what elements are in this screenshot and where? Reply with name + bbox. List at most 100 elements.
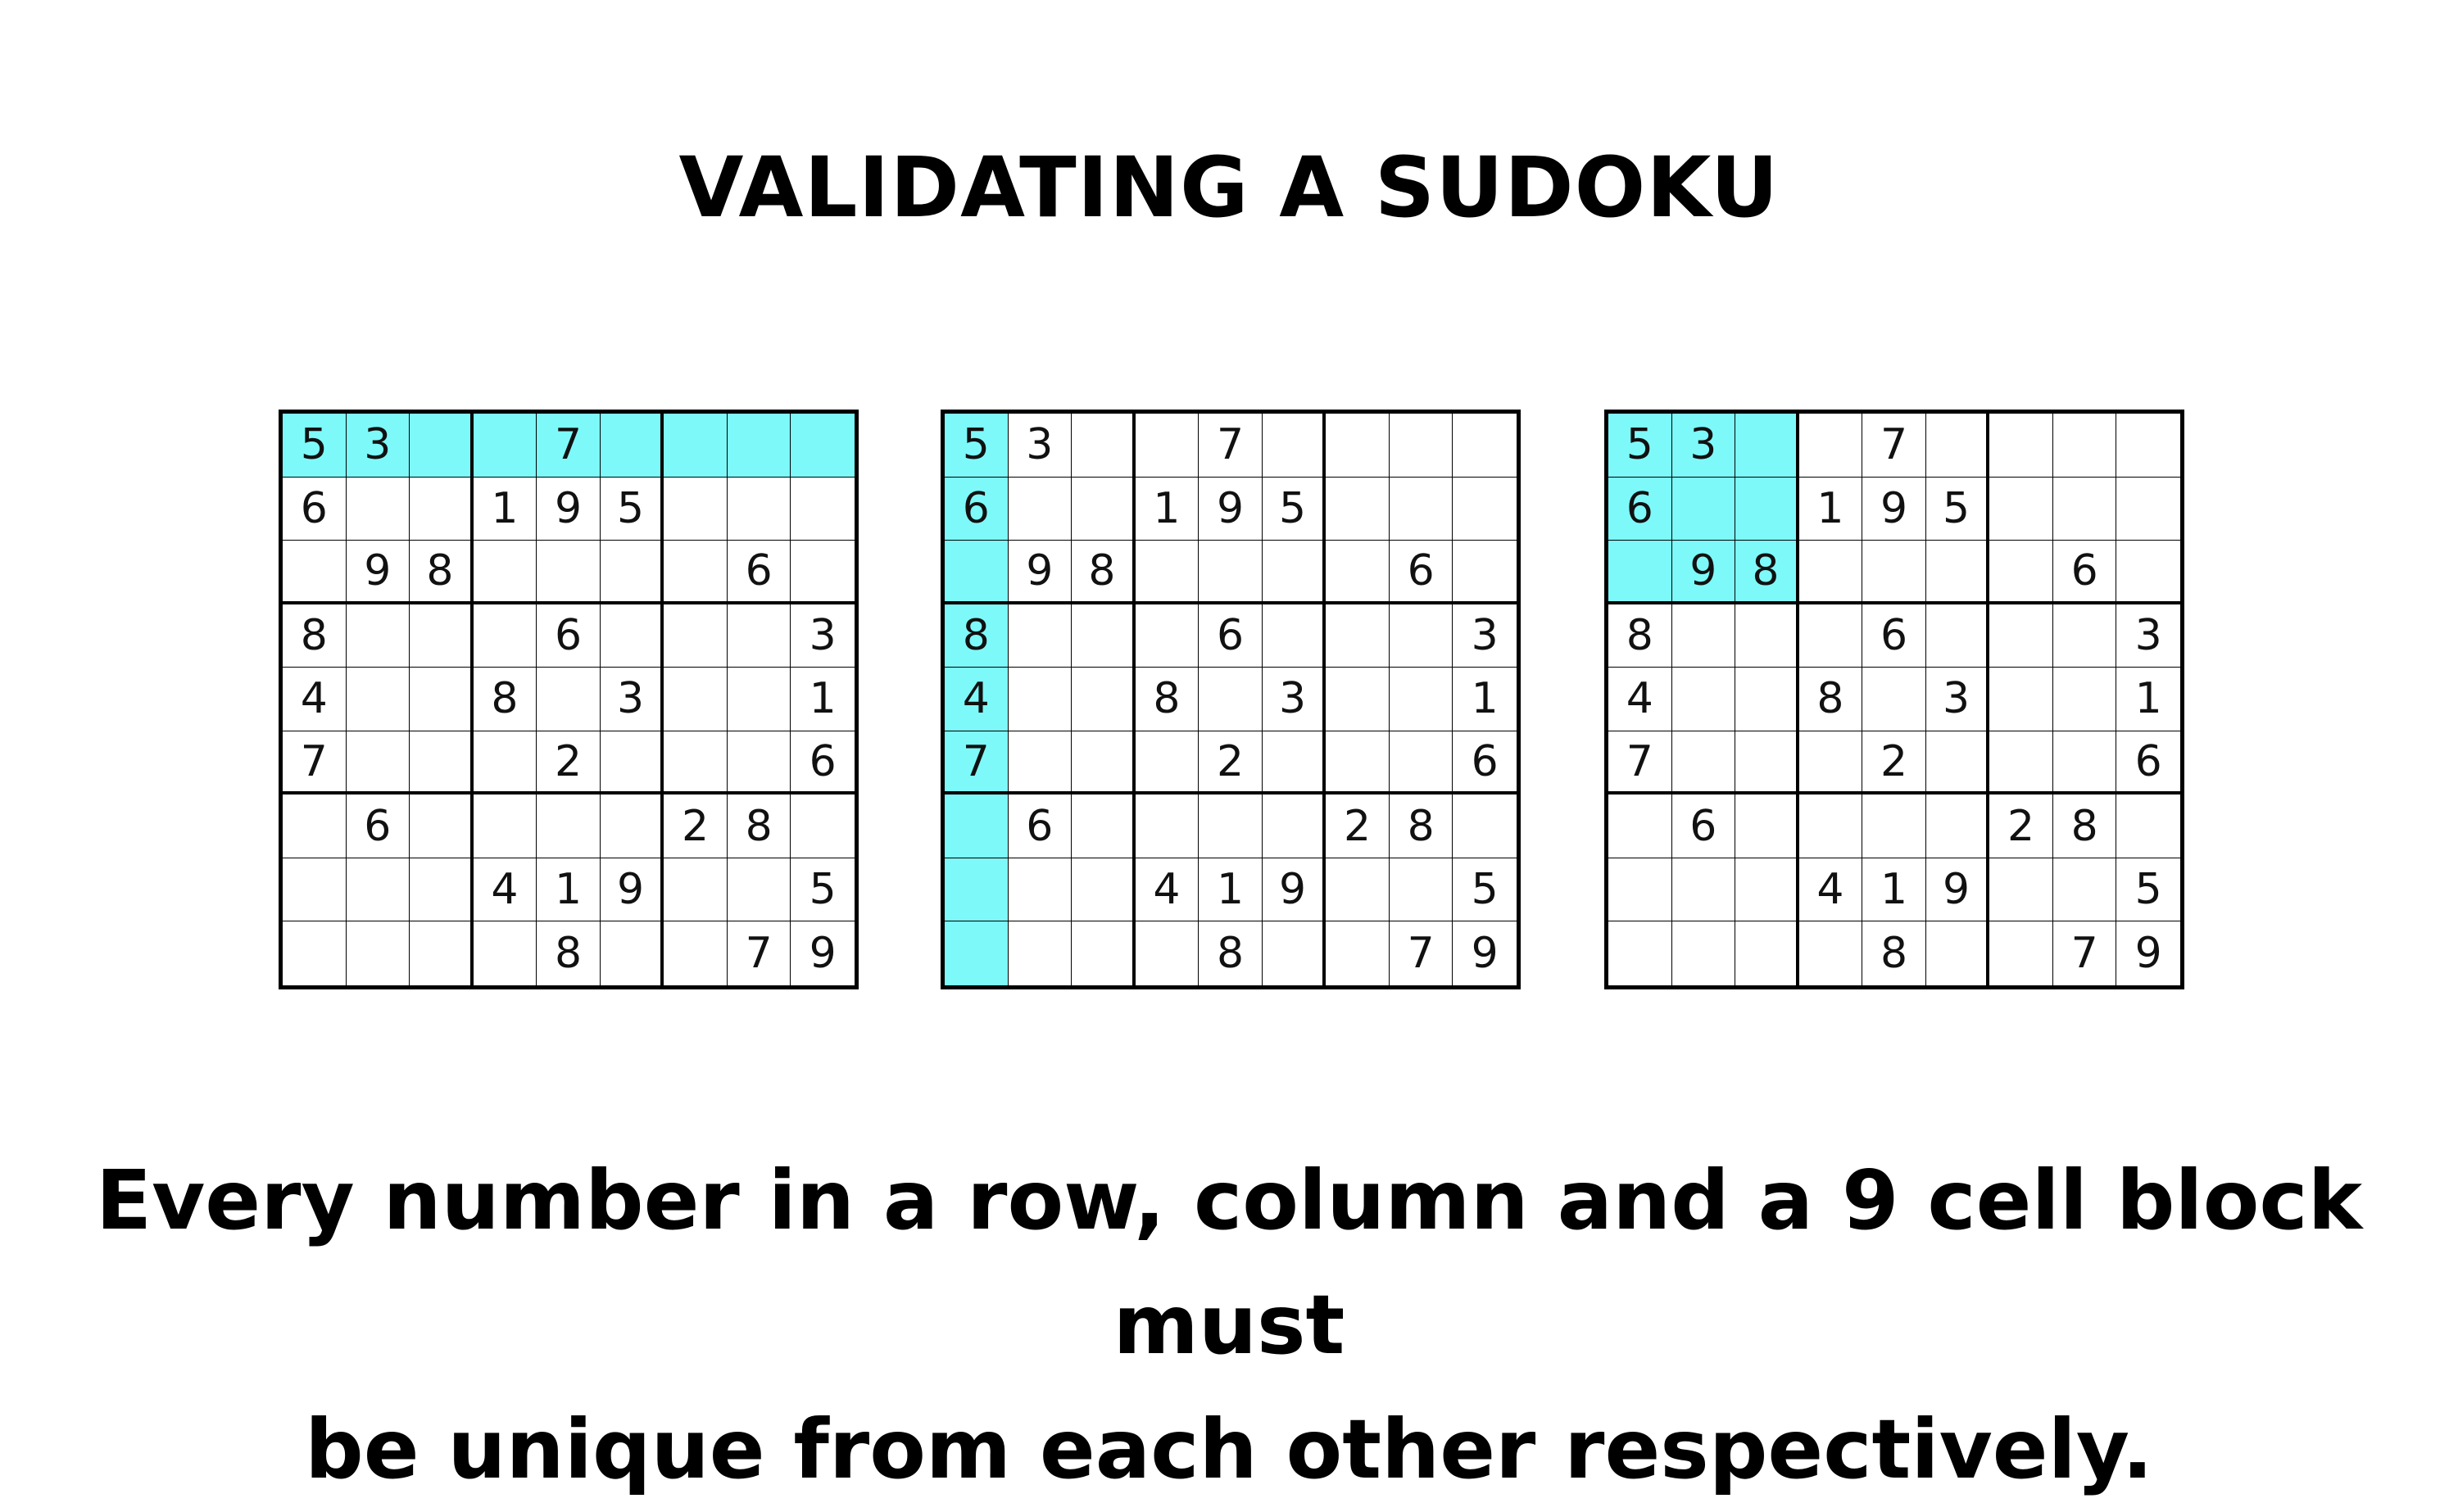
- sudoku-cell: 9: [1925, 858, 1990, 922]
- caption-line-1: Every number in a row, column and a 9 ce…: [95, 1152, 2363, 1373]
- sudoku-cell: 8: [727, 794, 791, 858]
- sudoku-cell: [1072, 794, 1136, 858]
- sudoku-cell: [1072, 921, 1136, 985]
- sudoku-cell: [945, 858, 1009, 922]
- sudoku-cell: [1389, 731, 1453, 795]
- sudoku-cell: 2: [1199, 731, 1263, 795]
- sudoku-cell: [2052, 731, 2117, 795]
- sudoku-cell: [1735, 794, 1799, 858]
- sudoku-cell: [1009, 921, 1073, 985]
- sudoku-cell: 6: [1199, 604, 1263, 668]
- sudoku-cell: [1199, 668, 1263, 731]
- sudoku-cell: [410, 858, 474, 922]
- sudoku-cell: [1798, 604, 1863, 668]
- sudoku-cell: [664, 414, 728, 478]
- sudoku-cell: [1072, 731, 1136, 795]
- sudoku-cell: [1389, 414, 1453, 478]
- sudoku-cell: [600, 604, 664, 668]
- sudoku-cell: [1925, 541, 1990, 604]
- sudoku-cell: [283, 794, 347, 858]
- sudoku-cell: [473, 414, 537, 478]
- sudoku-cell: [1389, 858, 1453, 922]
- sudoku-cell: [346, 668, 410, 731]
- sudoku-cell: 5: [1262, 477, 1327, 541]
- sudoku-cell: 2: [1326, 794, 1390, 858]
- sudoku-cell: [1671, 604, 1736, 668]
- sudoku-cell: 5: [791, 858, 855, 922]
- sudoku-cell: [1199, 794, 1263, 858]
- sudoku-cell: [1263, 921, 1327, 985]
- sudoku-cell: [1926, 921, 1990, 985]
- sudoku-cell: 8: [1735, 541, 1799, 604]
- sudoku-cell: 6: [1453, 731, 1517, 795]
- sudoku-cell: [473, 794, 537, 858]
- sudoku-cell: [1072, 668, 1136, 731]
- sudoku-cell: [537, 541, 601, 604]
- sudoku-cell: [1135, 794, 1200, 858]
- sudoku-cell: [1925, 794, 1990, 858]
- sudoku-cell: [1671, 668, 1736, 731]
- sudoku-cell: [1008, 604, 1073, 668]
- sudoku-cell: [1798, 794, 1863, 858]
- sudoku-cell: [1072, 858, 1136, 922]
- sudoku-cell: [664, 604, 728, 668]
- sudoku-cell: 9: [1862, 477, 1926, 541]
- sudoku-cell: 6: [537, 604, 601, 668]
- sudoku-cell: 1: [2116, 668, 2180, 731]
- sudoku-cell: [1389, 477, 1453, 541]
- sudoku-cell: [600, 794, 664, 858]
- sudoku-board-block-highlight: 537619598686348317266284195879: [1604, 410, 2184, 989]
- sudoku-cell: [1326, 858, 1390, 922]
- sudoku-cell: [2116, 794, 2180, 858]
- sudoku-cell: 4: [1798, 858, 1863, 922]
- sudoku-cell: [473, 541, 537, 604]
- sudoku-cell: [1925, 604, 1990, 668]
- sudoku-cell: [1008, 858, 1073, 922]
- sudoku-cell: 7: [1862, 414, 1926, 478]
- sudoku-cell: [410, 794, 474, 858]
- sudoku-cell: [473, 731, 537, 795]
- sudoku-cell: [1989, 921, 2053, 985]
- sudoku-cell: [601, 921, 664, 985]
- sudoku-cell: [664, 731, 728, 795]
- sudoku-cell: [283, 541, 347, 604]
- sudoku-cell: [1453, 478, 1517, 541]
- sudoku-cell: [283, 858, 347, 922]
- sudoku-cell: [1989, 604, 2053, 668]
- sudoku-cell: 9: [1262, 858, 1327, 922]
- sudoku-cell: [727, 414, 791, 478]
- sudoku-cell: 6: [2052, 541, 2117, 604]
- sudoku-cell: [1008, 731, 1073, 795]
- sudoku-cell: [1799, 921, 1863, 985]
- sudoku-cell: 8: [537, 921, 601, 985]
- sudoku-cell: 8: [945, 604, 1009, 668]
- sudoku-cell: 1: [1135, 477, 1200, 541]
- sudoku-cell: [1862, 541, 1926, 604]
- sudoku-cell: [1671, 731, 1736, 795]
- sudoku-cell: [1326, 668, 1390, 731]
- sudoku-cell: [1453, 794, 1517, 858]
- sudoku-cell: 5: [2116, 858, 2180, 922]
- sudoku-cell: [664, 858, 728, 922]
- sudoku-cell: 5: [283, 414, 347, 478]
- sudoku-cell: [1608, 921, 1672, 985]
- sudoku-cell: 3: [1453, 604, 1517, 668]
- sudoku-cell: 6: [1862, 604, 1926, 668]
- sudoku-cell: [1262, 731, 1327, 795]
- sudoku-cell: 3: [1671, 414, 1736, 478]
- sudoku-cell: [1672, 921, 1736, 985]
- sudoku-cell: [1989, 477, 2053, 541]
- sudoku-cell: [1072, 414, 1136, 478]
- caption-line-2: be unique from each other respectively.: [305, 1401, 2153, 1497]
- sudoku-cell: [791, 794, 855, 858]
- sudoku-cell: 6: [346, 794, 410, 858]
- sudoku-cell: 6: [945, 477, 1009, 541]
- sudoku-cell: [1735, 604, 1799, 668]
- sudoku-cell: [410, 477, 474, 541]
- sudoku-cell: 8: [1135, 668, 1200, 731]
- sudoku-cell: 8: [473, 668, 537, 731]
- sudoku-cell: [600, 414, 664, 478]
- sudoku-cell: [1735, 921, 1799, 985]
- sudoku-cell: 9: [809, 929, 837, 979]
- sudoku-cell: [1326, 921, 1390, 985]
